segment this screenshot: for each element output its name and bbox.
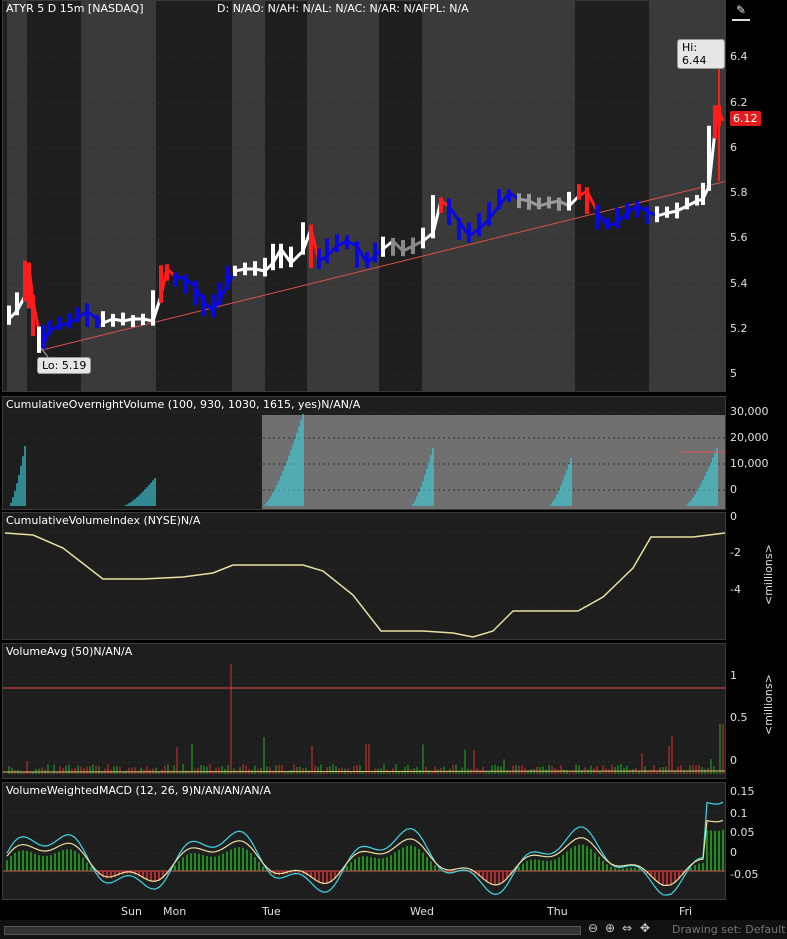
onv-tick: 10,000	[730, 457, 769, 470]
volume-avg-pane[interactable]: VolumeAvg (50)N/AN/A	[2, 643, 726, 779]
macd-tick: 0.15	[730, 785, 755, 798]
overnight-volume-pane[interactable]: CumulativeOvernightVolume (100, 930, 103…	[2, 396, 726, 510]
price-chart-canvas[interactable]	[3, 1, 726, 392]
volume-avg-unit-label: <millions>	[762, 674, 775, 736]
overnight-volume-axis[interactable]: 30,000 20,000 10,000 0	[728, 396, 787, 510]
horizontal-scrollbar[interactable]	[4, 926, 581, 935]
price-tick: 6	[730, 141, 737, 154]
price-tick: 5.4	[730, 277, 748, 290]
macd-tick: -0.05	[730, 868, 759, 881]
zoom-in-icon[interactable]: ⊕	[605, 921, 615, 935]
va-tick: 1	[730, 669, 737, 682]
zoom-out-icon[interactable]: ⊖	[588, 921, 598, 935]
macd-line	[6, 801, 724, 896]
time-label-sun: Sun	[121, 905, 142, 918]
drawing-set-label[interactable]: Drawing set: Default	[672, 923, 785, 936]
price-axis[interactable]: ✎ 6.4 6.2 6 5.8 5.6 5.4 5.2 5 6.12	[728, 0, 787, 392]
price-tick: 5.2	[730, 322, 748, 335]
time-label-wed: Wed	[410, 905, 434, 918]
session-band	[307, 1, 379, 391]
session-band	[7, 1, 27, 391]
macd-tick: 0	[730, 846, 737, 859]
cvi-pane[interactable]: CumulativeVolumeIndex (NYSE)N/A	[2, 512, 726, 640]
cvi-tick: 0	[730, 510, 737, 523]
onv-tick: 30,000	[730, 405, 769, 418]
vwmacd-title: VolumeWeightedMACD (12, 26, 9)N/AN/AN/AN…	[6, 784, 271, 797]
price-tick: 5.6	[730, 231, 748, 244]
overnight-volume-canvas[interactable]	[3, 397, 726, 510]
session-band	[232, 1, 265, 391]
va-tick: 0	[730, 754, 737, 767]
cvi-canvas[interactable]	[3, 513, 726, 640]
overnight-volume-title: CumulativeOvernightVolume (100, 930, 103…	[6, 398, 361, 411]
vwmacd-canvas[interactable]	[3, 783, 726, 900]
symbol-label[interactable]: ATYR 5 D 15m [NASDAQ]	[6, 2, 144, 15]
pan-icon[interactable]: ⇔	[622, 921, 632, 935]
cvi-unit-label: <millions>	[762, 544, 775, 606]
footer-bar: ⊖ ⊕ ⇔ ✥ Drawing set: Default	[0, 920, 787, 939]
time-label-mon: Mon	[163, 905, 187, 918]
vwmacd-pane[interactable]: VolumeWeightedMACD (12, 26, 9)N/AN/AN/AN…	[2, 782, 726, 900]
vwmacd-axis[interactable]: 0.15 0.1 0.05 0 -0.05	[728, 782, 787, 900]
price-tick: 6.2	[730, 96, 748, 109]
time-label-tue: Tue	[262, 905, 281, 918]
cvi-tick: -4	[730, 583, 741, 596]
va-tick: 0.5	[730, 711, 748, 724]
last-price-tag: 6.12	[730, 111, 761, 126]
cvi-title: CumulativeVolumeIndex (NYSE)N/A	[6, 514, 201, 527]
price-chart-title: ATYR 5 D 15m [NASDAQ] D: N/AO: N/AH: N/A…	[6, 2, 469, 15]
macd-tick: 0.1	[730, 807, 748, 820]
price-pane[interactable]: ATYR 5 D 15m [NASDAQ] D: N/AO: N/AH: N/A…	[2, 0, 726, 392]
price-tick: 6.4	[730, 50, 748, 63]
cvi-line	[4, 532, 725, 638]
volume-avg-title: VolumeAvg (50)N/AN/A	[6, 645, 133, 658]
time-label-fri: Fri	[679, 905, 693, 918]
time-axis[interactable]	[0, 900, 787, 920]
time-label-thu: Thu	[547, 905, 568, 918]
lo-callout: Lo: 5.19	[37, 357, 92, 374]
study-values: D: N/AO: N/AH: N/AL: N/AC: N/AR: N/AFPL:…	[217, 2, 469, 15]
onv-tick: 0	[730, 483, 737, 496]
highlight-region	[262, 415, 725, 509]
volume-avg-canvas[interactable]	[3, 644, 726, 779]
price-tick: 5	[730, 367, 737, 380]
cursor-icon[interactable]: ✥	[640, 921, 650, 935]
price-tick: 5.8	[730, 186, 748, 199]
drawing-tool-icon[interactable]: ✎	[732, 3, 750, 21]
hi-callout: Hi: 6.44	[677, 39, 725, 69]
cvi-tick: -2	[730, 546, 741, 559]
macd-tick: 0.05	[730, 826, 755, 839]
onv-tick: 20,000	[730, 431, 769, 444]
session-band	[81, 1, 156, 391]
